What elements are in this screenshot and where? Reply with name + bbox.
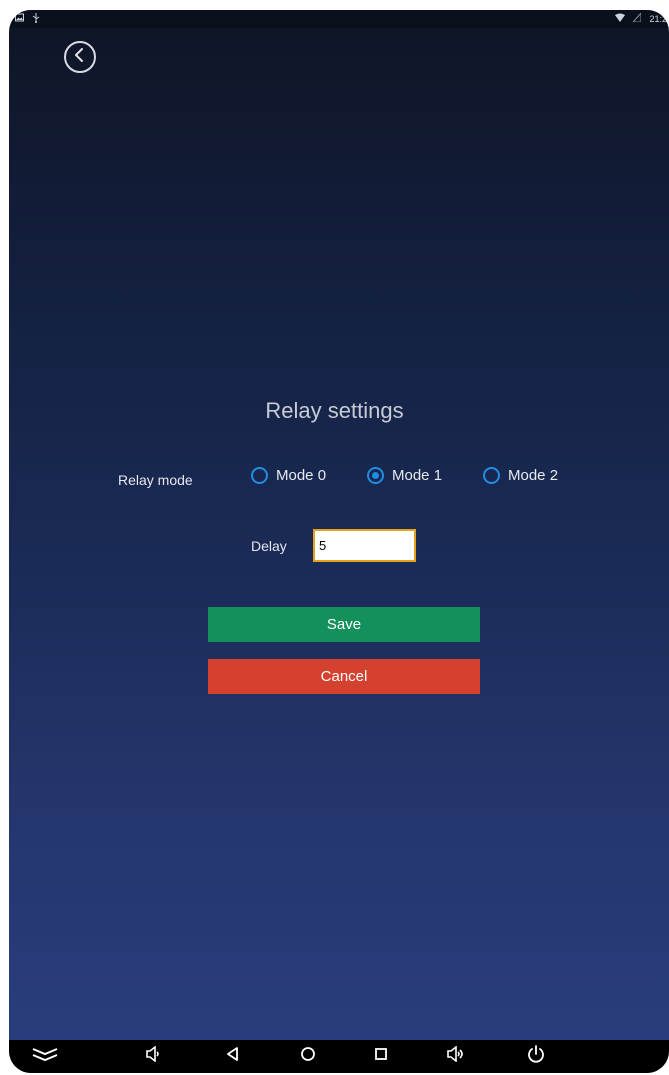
status-bar: 21:2 xyxy=(9,10,669,28)
status-right-icons: 21:2 xyxy=(615,11,667,25)
collapse-button[interactable] xyxy=(28,1040,62,1073)
radio-mode-1[interactable]: Mode 1 xyxy=(367,467,442,484)
nav-home-button[interactable] xyxy=(291,1040,325,1073)
radio-button-icon[interactable] xyxy=(483,467,500,484)
volume-up-icon xyxy=(446,1045,466,1067)
image-icon xyxy=(15,13,24,26)
radio-mode-1-label: Mode 1 xyxy=(392,467,443,484)
back-icon xyxy=(226,1047,240,1066)
delay-input[interactable] xyxy=(313,529,416,562)
volume-down-button[interactable] xyxy=(136,1040,170,1073)
power-button[interactable] xyxy=(519,1040,553,1073)
page-title: Relay settings xyxy=(265,398,404,423)
radio-mode-2-label: Mode 2 xyxy=(508,467,559,484)
radio-button-icon[interactable] xyxy=(251,467,268,484)
volume-down-icon xyxy=(145,1045,161,1067)
signal-icon xyxy=(632,11,642,25)
recents-icon xyxy=(374,1047,388,1066)
relay-mode-row: Relay mode Mode 0 Mode 1 Mode 2 xyxy=(9,465,669,491)
cancel-button[interactable]: Cancel xyxy=(208,659,480,694)
delay-label: Delay xyxy=(251,538,287,554)
usb-icon xyxy=(32,13,40,26)
navigation-bar xyxy=(9,1040,669,1073)
nav-back-button[interactable] xyxy=(216,1040,250,1073)
device-screen: 21:2 Relay settings Relay mode Mode 0 Mo… xyxy=(9,10,669,1073)
radio-button-checked-icon[interactable] xyxy=(367,467,384,484)
collapse-icon xyxy=(32,1046,58,1067)
status-left-icons xyxy=(15,13,40,26)
nav-recents-button[interactable] xyxy=(364,1040,398,1073)
save-button[interactable]: Save xyxy=(208,607,480,642)
back-button[interactable] xyxy=(64,41,96,73)
volume-up-button[interactable] xyxy=(439,1040,473,1073)
wifi-icon xyxy=(615,13,626,25)
power-icon xyxy=(527,1045,545,1068)
relay-mode-label: Relay mode xyxy=(118,472,193,488)
home-icon xyxy=(300,1046,316,1067)
chevron-left-icon xyxy=(74,47,86,67)
radio-mode-0-label: Mode 0 xyxy=(276,467,327,484)
clock-time: 21:2 xyxy=(649,14,667,24)
radio-mode-2[interactable]: Mode 2 xyxy=(483,467,558,484)
radio-mode-0[interactable]: Mode 0 xyxy=(251,467,326,484)
